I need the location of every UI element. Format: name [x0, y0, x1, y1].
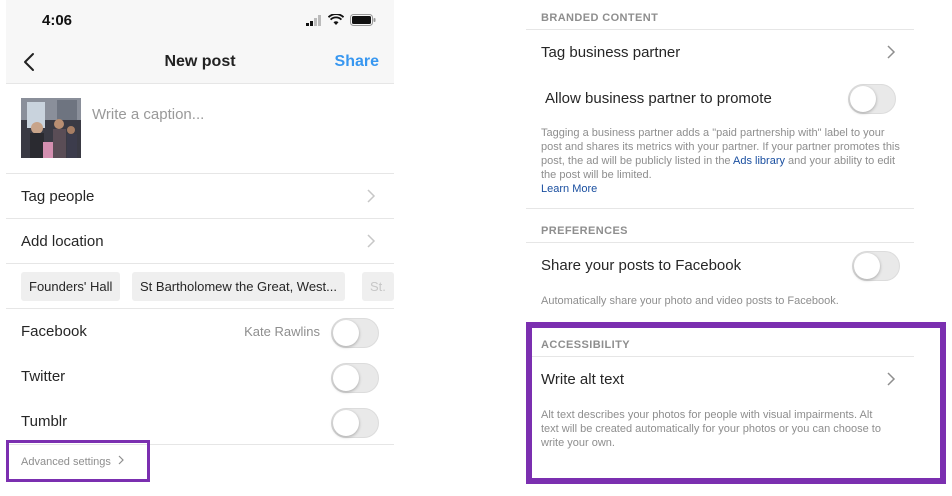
status-icons [306, 14, 376, 26]
status-time: 4:06 [42, 12, 73, 29]
new-post-screen: 4:06 New post Share Write a caption... T… [6, 0, 394, 496]
location-suggestions: Founders' Hall St Bartholomew the Great,… [6, 264, 394, 309]
advanced-settings-screen: BRANDED CONTENT Tag business partner All… [526, 0, 946, 496]
facebook-toggle[interactable] [331, 318, 379, 348]
caption-row [6, 84, 394, 174]
divider [526, 208, 914, 209]
tumblr-toggle[interactable] [331, 408, 379, 438]
location-chip[interactable]: St. [362, 272, 394, 301]
signal-icon [306, 14, 321, 26]
caption-input[interactable] [92, 106, 372, 123]
allow-partner-promote-row: Allow business partner to promote [526, 76, 914, 121]
preferences-header: PREFERENCES [541, 225, 628, 237]
twitter-label: Twitter [21, 368, 66, 385]
chevron-right-icon [367, 189, 376, 203]
preferences-description: Automatically share your photo and video… [541, 295, 839, 307]
facebook-label: Facebook [21, 323, 87, 340]
add-location-label: Add location [21, 233, 104, 250]
share-tumblr-row: Tumblr [6, 400, 394, 445]
wifi-icon [328, 14, 344, 25]
battery-icon [350, 14, 376, 26]
tag-business-partner-label: Tag business partner [541, 44, 681, 61]
add-location-row[interactable]: Add location [6, 219, 394, 264]
accessibility-header: ACCESSIBILITY [541, 339, 630, 351]
twitter-toggle[interactable] [331, 363, 379, 393]
post-thumbnail[interactable] [21, 98, 81, 158]
tag-business-partner-row[interactable]: Tag business partner [526, 30, 914, 75]
tumblr-label: Tumblr [21, 413, 68, 430]
nav-bar: New post Share [6, 40, 394, 84]
write-alt-text-row[interactable]: Write alt text [526, 357, 914, 402]
share-twitter-row: Twitter [6, 355, 394, 400]
ads-library-link[interactable]: Ads library [733, 155, 785, 167]
branded-content-description: Tagging a business partner adds a "paid … [541, 127, 900, 195]
learn-more-link[interactable]: Learn More [541, 183, 597, 195]
share-button[interactable]: Share [335, 53, 379, 71]
location-chip[interactable]: St Bartholomew the Great, West... [132, 272, 346, 301]
advanced-settings-highlight: Advanced settings [6, 440, 150, 482]
location-chip[interactable]: Founders' Hall [21, 272, 121, 301]
status-bar: 4:06 [6, 0, 394, 40]
accessibility-description: Alt text describes your photos for peopl… [541, 409, 881, 449]
facebook-account-name: Kate Rawlins [244, 324, 320, 339]
chevron-right-icon [367, 234, 376, 248]
allow-partner-promote-label: Allow business partner to promote [545, 90, 772, 107]
tag-people-label: Tag people [21, 188, 95, 205]
share-to-facebook-row: Share your posts to Facebook [526, 243, 914, 288]
allow-partner-promote-toggle[interactable] [848, 84, 896, 114]
share-facebook-row: Facebook Kate Rawlins [6, 310, 394, 355]
write-alt-text-label: Write alt text [541, 371, 625, 388]
advanced-settings-label: Advanced settings [21, 456, 111, 468]
branded-content-header: BRANDED CONTENT [541, 12, 659, 24]
share-to-facebook-toggle[interactable] [852, 251, 900, 281]
tag-people-row[interactable]: Tag people [6, 174, 394, 219]
share-to-facebook-label: Share your posts to Facebook [541, 257, 742, 274]
chevron-right-icon [118, 455, 124, 465]
chevron-right-icon [887, 45, 896, 59]
chevron-right-icon [887, 372, 896, 386]
advanced-settings-link[interactable]: Advanced settings [21, 455, 125, 468]
